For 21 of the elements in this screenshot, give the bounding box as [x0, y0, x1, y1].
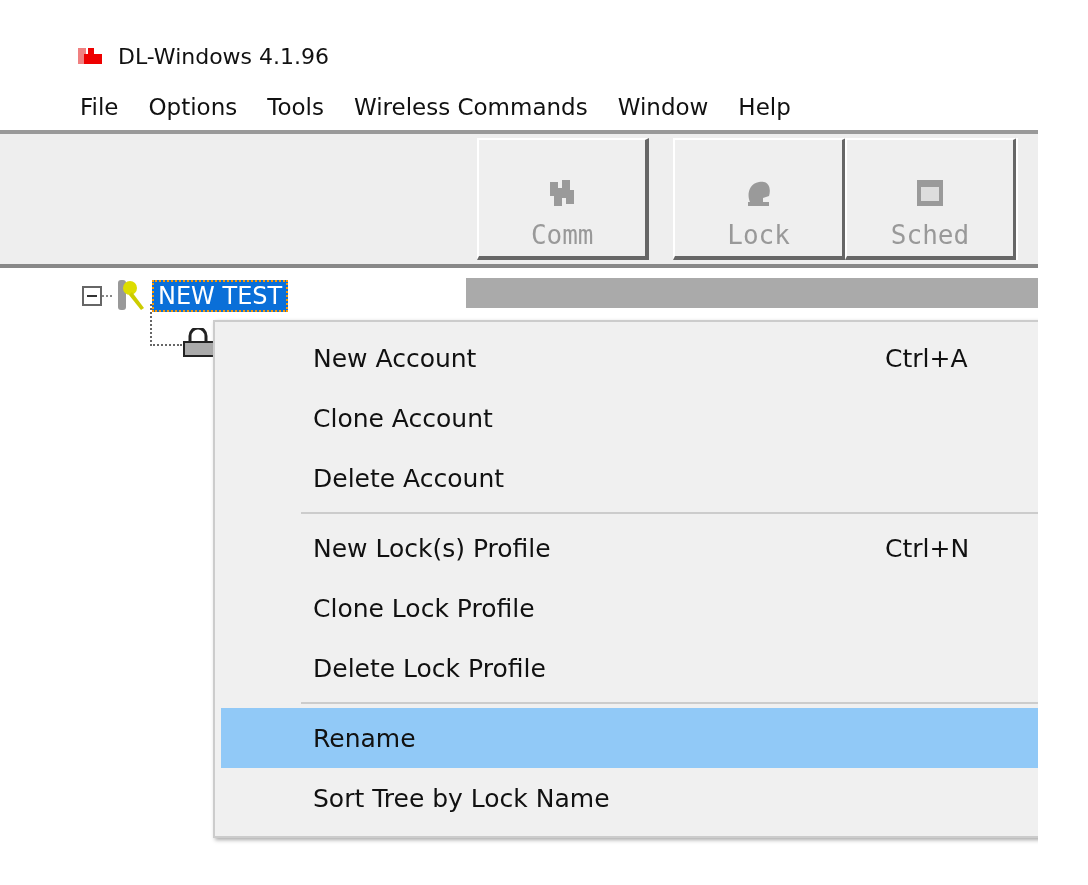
tree-connector-line [150, 304, 182, 346]
menu-option[interactable]: Delete Account [221, 448, 1038, 508]
menu-option[interactable]: New Account Ctrl+A [221, 328, 1038, 388]
menu-option[interactable]: Delete Lock Profile [221, 638, 1038, 698]
app-icon [78, 46, 104, 66]
menu-option[interactable]: Rename [221, 708, 1038, 768]
menu-item[interactable]: Wireless Commands [353, 94, 588, 130]
calendar-icon [914, 178, 945, 208]
padlock-icon [182, 328, 216, 358]
menu-option[interactable]: New Lock(s) Profile Ctrl+N [221, 518, 1038, 578]
menu-option[interactable]: Clone Account [221, 388, 1038, 448]
menu-item[interactable]: Tools [267, 94, 324, 130]
menu-item[interactable]: Options [148, 94, 238, 130]
menu-option[interactable]: Sort Tree by Lock Name [221, 768, 1038, 828]
menu-item[interactable]: Help [738, 94, 791, 130]
menu-item[interactable]: Window [617, 94, 709, 130]
window-title: DL-Windows 4.1.96 [118, 43, 330, 69]
menu-option[interactable]: Clone Lock Profile [221, 578, 1038, 638]
collapse-toggle[interactable] [82, 286, 102, 306]
tree-item[interactable]: NEW TEST [152, 280, 289, 312]
menu-item[interactable]: File [80, 94, 119, 130]
